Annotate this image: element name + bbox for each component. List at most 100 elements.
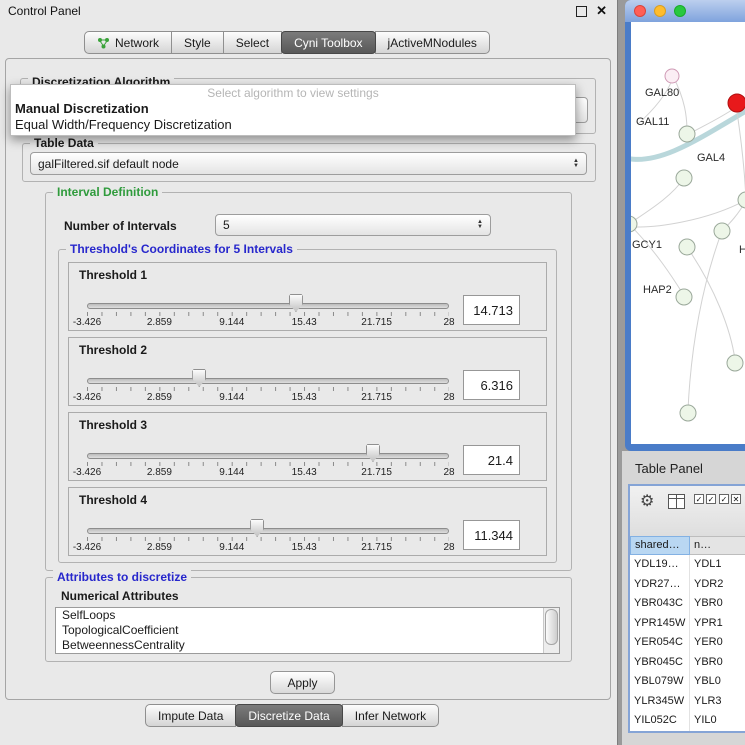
select-all-columns-icon[interactable]: ✓ ✓: [694, 494, 716, 504]
cell: YLR345W: [630, 692, 690, 712]
tab-network[interactable]: Network: [84, 31, 172, 54]
columns-icon[interactable]: [668, 494, 685, 509]
table-row[interactable]: YDL19…YDL1: [630, 555, 745, 575]
slider-track[interactable]: [87, 303, 449, 309]
scale-label: 28: [443, 317, 454, 328]
cell: YER0: [690, 633, 745, 653]
threshold-2-value-field[interactable]: 6.316: [463, 370, 520, 400]
slider-track[interactable]: [87, 528, 449, 534]
network-icon: [97, 37, 110, 49]
checkbox-icon: ✓: [706, 494, 716, 504]
network-window-titlebar[interactable]: [625, 0, 745, 22]
column-header-shared-name[interactable]: shared…: [630, 536, 690, 555]
tab-label: Impute Data: [158, 709, 223, 723]
gene-node[interactable]: [680, 405, 696, 421]
table-row[interactable]: YER054CYER0: [630, 633, 745, 653]
tab-style[interactable]: Style: [171, 31, 224, 54]
number-of-intervals-value: 5: [223, 218, 477, 232]
tab-label: Discretize Data: [248, 709, 329, 723]
list-item[interactable]: SelfLoops: [56, 608, 559, 623]
gene-node-highlight[interactable]: [665, 69, 679, 83]
threshold-4-value-field[interactable]: 11.344: [463, 520, 520, 550]
slider-track[interactable]: [87, 378, 449, 384]
cell: YLR3: [690, 692, 745, 712]
gene-node[interactable]: [727, 355, 743, 371]
gene-node[interactable]: [676, 170, 692, 186]
tab-label: Network: [115, 36, 159, 50]
table-row[interactable]: YBR043CYBR0: [630, 594, 745, 614]
number-of-intervals-spinner[interactable]: 5 ▲▼: [215, 214, 491, 236]
threshold-2-panel: Threshold 2 -3.426 2.859 9.144 15.43 21.…: [68, 337, 547, 406]
scale-label: 9.144: [219, 317, 244, 328]
attributes-group-label: Attributes to discretize: [53, 570, 191, 584]
zoom-traffic-light[interactable]: [674, 5, 686, 17]
tab-discretize-data[interactable]: Discretize Data: [235, 704, 342, 727]
cell: YBL0: [690, 672, 745, 692]
table-row[interactable]: YLR345WYLR3: [630, 692, 745, 712]
settings-gear-icon[interactable]: ⚙: [640, 494, 654, 510]
cell: YDR2: [690, 575, 745, 595]
threshold-1-panel: Threshold 1 -3.426 2.859 9.144 15.43 21.…: [68, 262, 547, 331]
selected-gene-node[interactable]: [728, 94, 745, 112]
table-row[interactable]: YBL079WYBL0: [630, 672, 745, 692]
network-view-window: GAL80 GAL11 GAL4 GCY1 HAP2 H: [625, 0, 745, 451]
gene-node[interactable]: [714, 223, 730, 239]
gene-node[interactable]: [631, 216, 637, 232]
cell: YIL0: [690, 711, 745, 731]
node-label: HAP2: [643, 284, 672, 296]
table-row[interactable]: YIL052CYIL0: [630, 711, 745, 731]
slider-scale: -3.426 2.859 9.144 15.43 21.715 28: [87, 317, 449, 329]
table-data-combo[interactable]: galFiltered.sif default node ▲▼: [30, 152, 587, 175]
threshold-2-slider[interactable]: -3.426 2.859 9.144 15.43 21.715 28: [87, 368, 449, 404]
slider-thumb[interactable]: [192, 369, 206, 387]
close-icon[interactable]: ✕: [596, 5, 607, 17]
node-label: GCY1: [632, 239, 662, 251]
column-header-name[interactable]: n…: [690, 536, 745, 555]
close-traffic-light[interactable]: [634, 5, 646, 17]
slider-thumb[interactable]: [289, 294, 303, 312]
table-row[interactable]: YPR145WYPR1: [630, 614, 745, 634]
slider-thumb[interactable]: [366, 444, 380, 462]
dropdown-option-equal-width[interactable]: Equal Width/Frequency Discretization: [11, 117, 575, 133]
tab-cyni-toolbox[interactable]: Cyni Toolbox: [281, 31, 375, 54]
gene-node[interactable]: [679, 126, 695, 142]
node-label: GAL80: [645, 87, 679, 99]
gene-node[interactable]: [679, 239, 695, 255]
scale-label: 9.144: [219, 542, 244, 553]
gene-node[interactable]: [676, 289, 692, 305]
threshold-3-slider[interactable]: -3.426 2.859 9.144 15.43 21.715 28: [87, 443, 449, 479]
minimize-traffic-light[interactable]: [654, 5, 666, 17]
tab-label: Infer Network: [355, 709, 426, 723]
table-toolbar: ⚙ ✓ ✓ ✓ ✕: [630, 486, 745, 537]
scrollbar-thumb[interactable]: [545, 609, 558, 645]
scale-label: 15.43: [292, 467, 317, 478]
tab-impute-data[interactable]: Impute Data: [145, 704, 236, 727]
dropdown-option-manual[interactable]: Manual Discretization: [11, 101, 575, 117]
table-row[interactable]: YBR045CYBR0: [630, 653, 745, 673]
list-item[interactable]: TopologicalCoefficient: [56, 623, 559, 638]
interval-definition-label: Interval Definition: [53, 185, 162, 199]
threshold-4-slider[interactable]: -3.426 2.859 9.144 15.43 21.715 28: [87, 518, 449, 554]
thresholds-group-label: Threshold's Coordinates for 5 Intervals: [66, 242, 297, 256]
tab-infer-network[interactable]: Infer Network: [342, 704, 439, 727]
gene-node[interactable]: [738, 192, 745, 208]
slider-track[interactable]: [87, 453, 449, 459]
threshold-3-value-field[interactable]: 21.4: [463, 445, 520, 475]
network-canvas[interactable]: GAL80 GAL11 GAL4 GCY1 HAP2 H: [631, 22, 745, 444]
algorithm-dropdown-popup: Select algorithm to view settings Manual…: [10, 84, 576, 136]
float-window-icon[interactable]: [576, 6, 587, 17]
list-item[interactable]: BetweennessCentrality: [56, 638, 559, 653]
threshold-1-value-field[interactable]: 14.713: [463, 295, 520, 325]
slider-thumb[interactable]: [250, 519, 264, 537]
table-row[interactable]: YDR27…YDR2: [630, 575, 745, 595]
list-scrollbar[interactable]: [543, 608, 559, 653]
scale-label: 21.715: [361, 317, 392, 328]
unselect-columns-icon[interactable]: ✓ ✕: [719, 494, 741, 504]
apply-button[interactable]: Apply: [270, 671, 335, 694]
tab-jactivemodules[interactable]: jActiveMNodules: [375, 31, 490, 54]
scale-label: 21.715: [361, 467, 392, 478]
window-controls: ✕: [576, 5, 607, 17]
threshold-1-slider[interactable]: -3.426 2.859 9.144 15.43 21.715 28: [87, 293, 449, 329]
scale-label: 15.43: [292, 542, 317, 553]
tab-select[interactable]: Select: [223, 31, 282, 54]
